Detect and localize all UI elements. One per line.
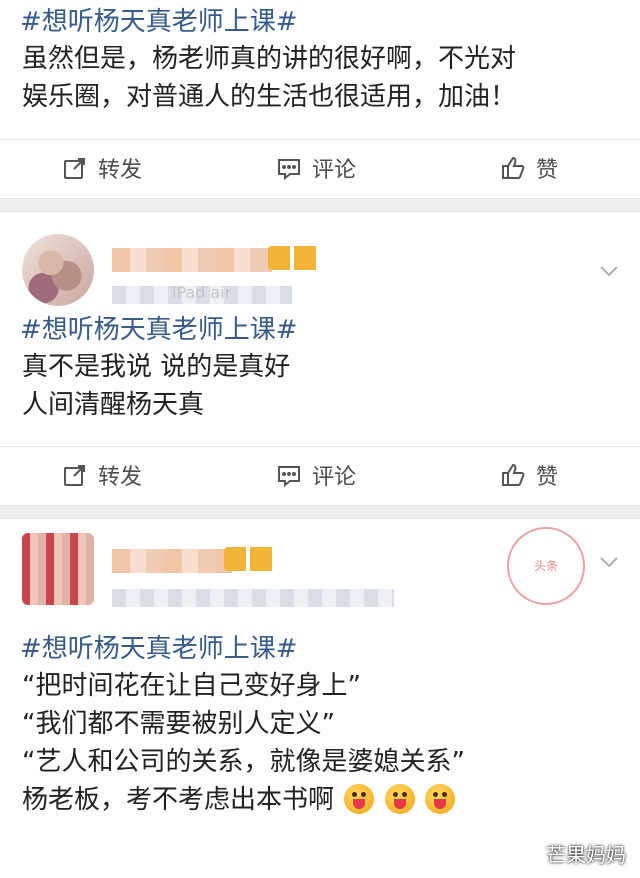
post-actions: 转发 评论 赞 [0, 139, 640, 198]
post-text-line: “艺人和公司的关系，就像是婆媳关系” [22, 747, 465, 777]
comment-button[interactable]: 评论 [276, 459, 356, 491]
pixelated-username[interactable] [112, 248, 272, 272]
comment-button[interactable]: 评论 [276, 152, 356, 184]
post-text-line: 人间清醒杨天真 [22, 390, 205, 420]
post-text-line-with-emoji: 杨老板，考不考虑出本书啊 [0, 781, 640, 819]
pixelated-username[interactable] [112, 549, 232, 573]
repost-label: 转发 [98, 158, 143, 183]
pixelated-meta [112, 589, 394, 607]
like-label: 赞 [536, 158, 559, 183]
avatar[interactable] [22, 533, 94, 605]
post-text-line: 杨老板，考不考虑出本书啊 [22, 785, 335, 815]
post-1: #想听杨天真老师上课# 虽然但是，杨老师真的讲的很好啊，不光对 娱乐圈，对普通人… [0, 0, 640, 198]
post-2: iPad air #想听杨天真老师上课# 真不是我说 说的是真好 人间清醒杨天真… [0, 212, 640, 505]
post-3: 头条 #想听杨天真老师上课# “把时间花在让自己变好身上” “我们都不需要被别人… [0, 519, 640, 819]
avatar[interactable] [22, 234, 94, 306]
post-text-line: 虽然但是，杨老师真的讲的很好啊，不光对 [22, 44, 517, 74]
feed: #想听杨天真老师上课# 虽然但是，杨老师真的讲的很好啊，不光对 娱乐圈，对普通人… [0, 0, 640, 867]
repost-button[interactable]: 转发 [62, 152, 142, 184]
like-label: 赞 [536, 465, 559, 490]
repost-label: 转发 [98, 465, 143, 490]
post-header: 头条 [0, 519, 640, 627]
post-hashtag[interactable]: #想听杨天真老师上课# [0, 631, 640, 667]
post-actions: 转发 评论 赞 [0, 446, 640, 505]
like-icon [500, 462, 526, 488]
device-label: iPad air [172, 283, 232, 302]
post-separator [0, 198, 640, 212]
chevron-down-icon[interactable] [598, 551, 620, 573]
post-hashtag[interactable]: #想听杨天真老师上课# [0, 312, 640, 348]
comment-label: 评论 [312, 465, 357, 490]
comment-label: 评论 [312, 158, 357, 183]
post-text-line: “我们都不需要被别人定义” [22, 709, 335, 739]
post-hashtag[interactable]: #想听杨天真老师上课# [0, 0, 640, 40]
repost-icon [62, 462, 88, 488]
tongue-out-emoji-icon [384, 784, 415, 814]
comment-icon [276, 462, 302, 488]
tongue-out-emoji-icon [424, 784, 455, 814]
like-button[interactable]: 赞 [500, 152, 558, 184]
repost-button[interactable]: 转发 [62, 459, 142, 491]
user-badge-icon [224, 547, 288, 571]
watermark: 芒果妈妈 [546, 843, 626, 867]
like-button[interactable]: 赞 [500, 459, 558, 491]
tongue-out-emoji-icon [344, 784, 375, 814]
chevron-down-icon[interactable] [598, 260, 620, 282]
post-text-line: 娱乐圈，对普通人的生活也很适用，加油！ [22, 82, 517, 112]
post-header: iPad air [0, 212, 640, 312]
repost-icon [62, 155, 88, 181]
post-text-line: 真不是我说 说的是真好 [22, 352, 291, 382]
comment-icon [276, 155, 302, 181]
stamp-mark: 头条 [507, 527, 585, 605]
like-icon [500, 155, 526, 181]
post-separator [0, 505, 640, 519]
post-text-line: “把时间花在让自己变好身上” [22, 671, 361, 701]
user-badge-icon [268, 246, 320, 270]
